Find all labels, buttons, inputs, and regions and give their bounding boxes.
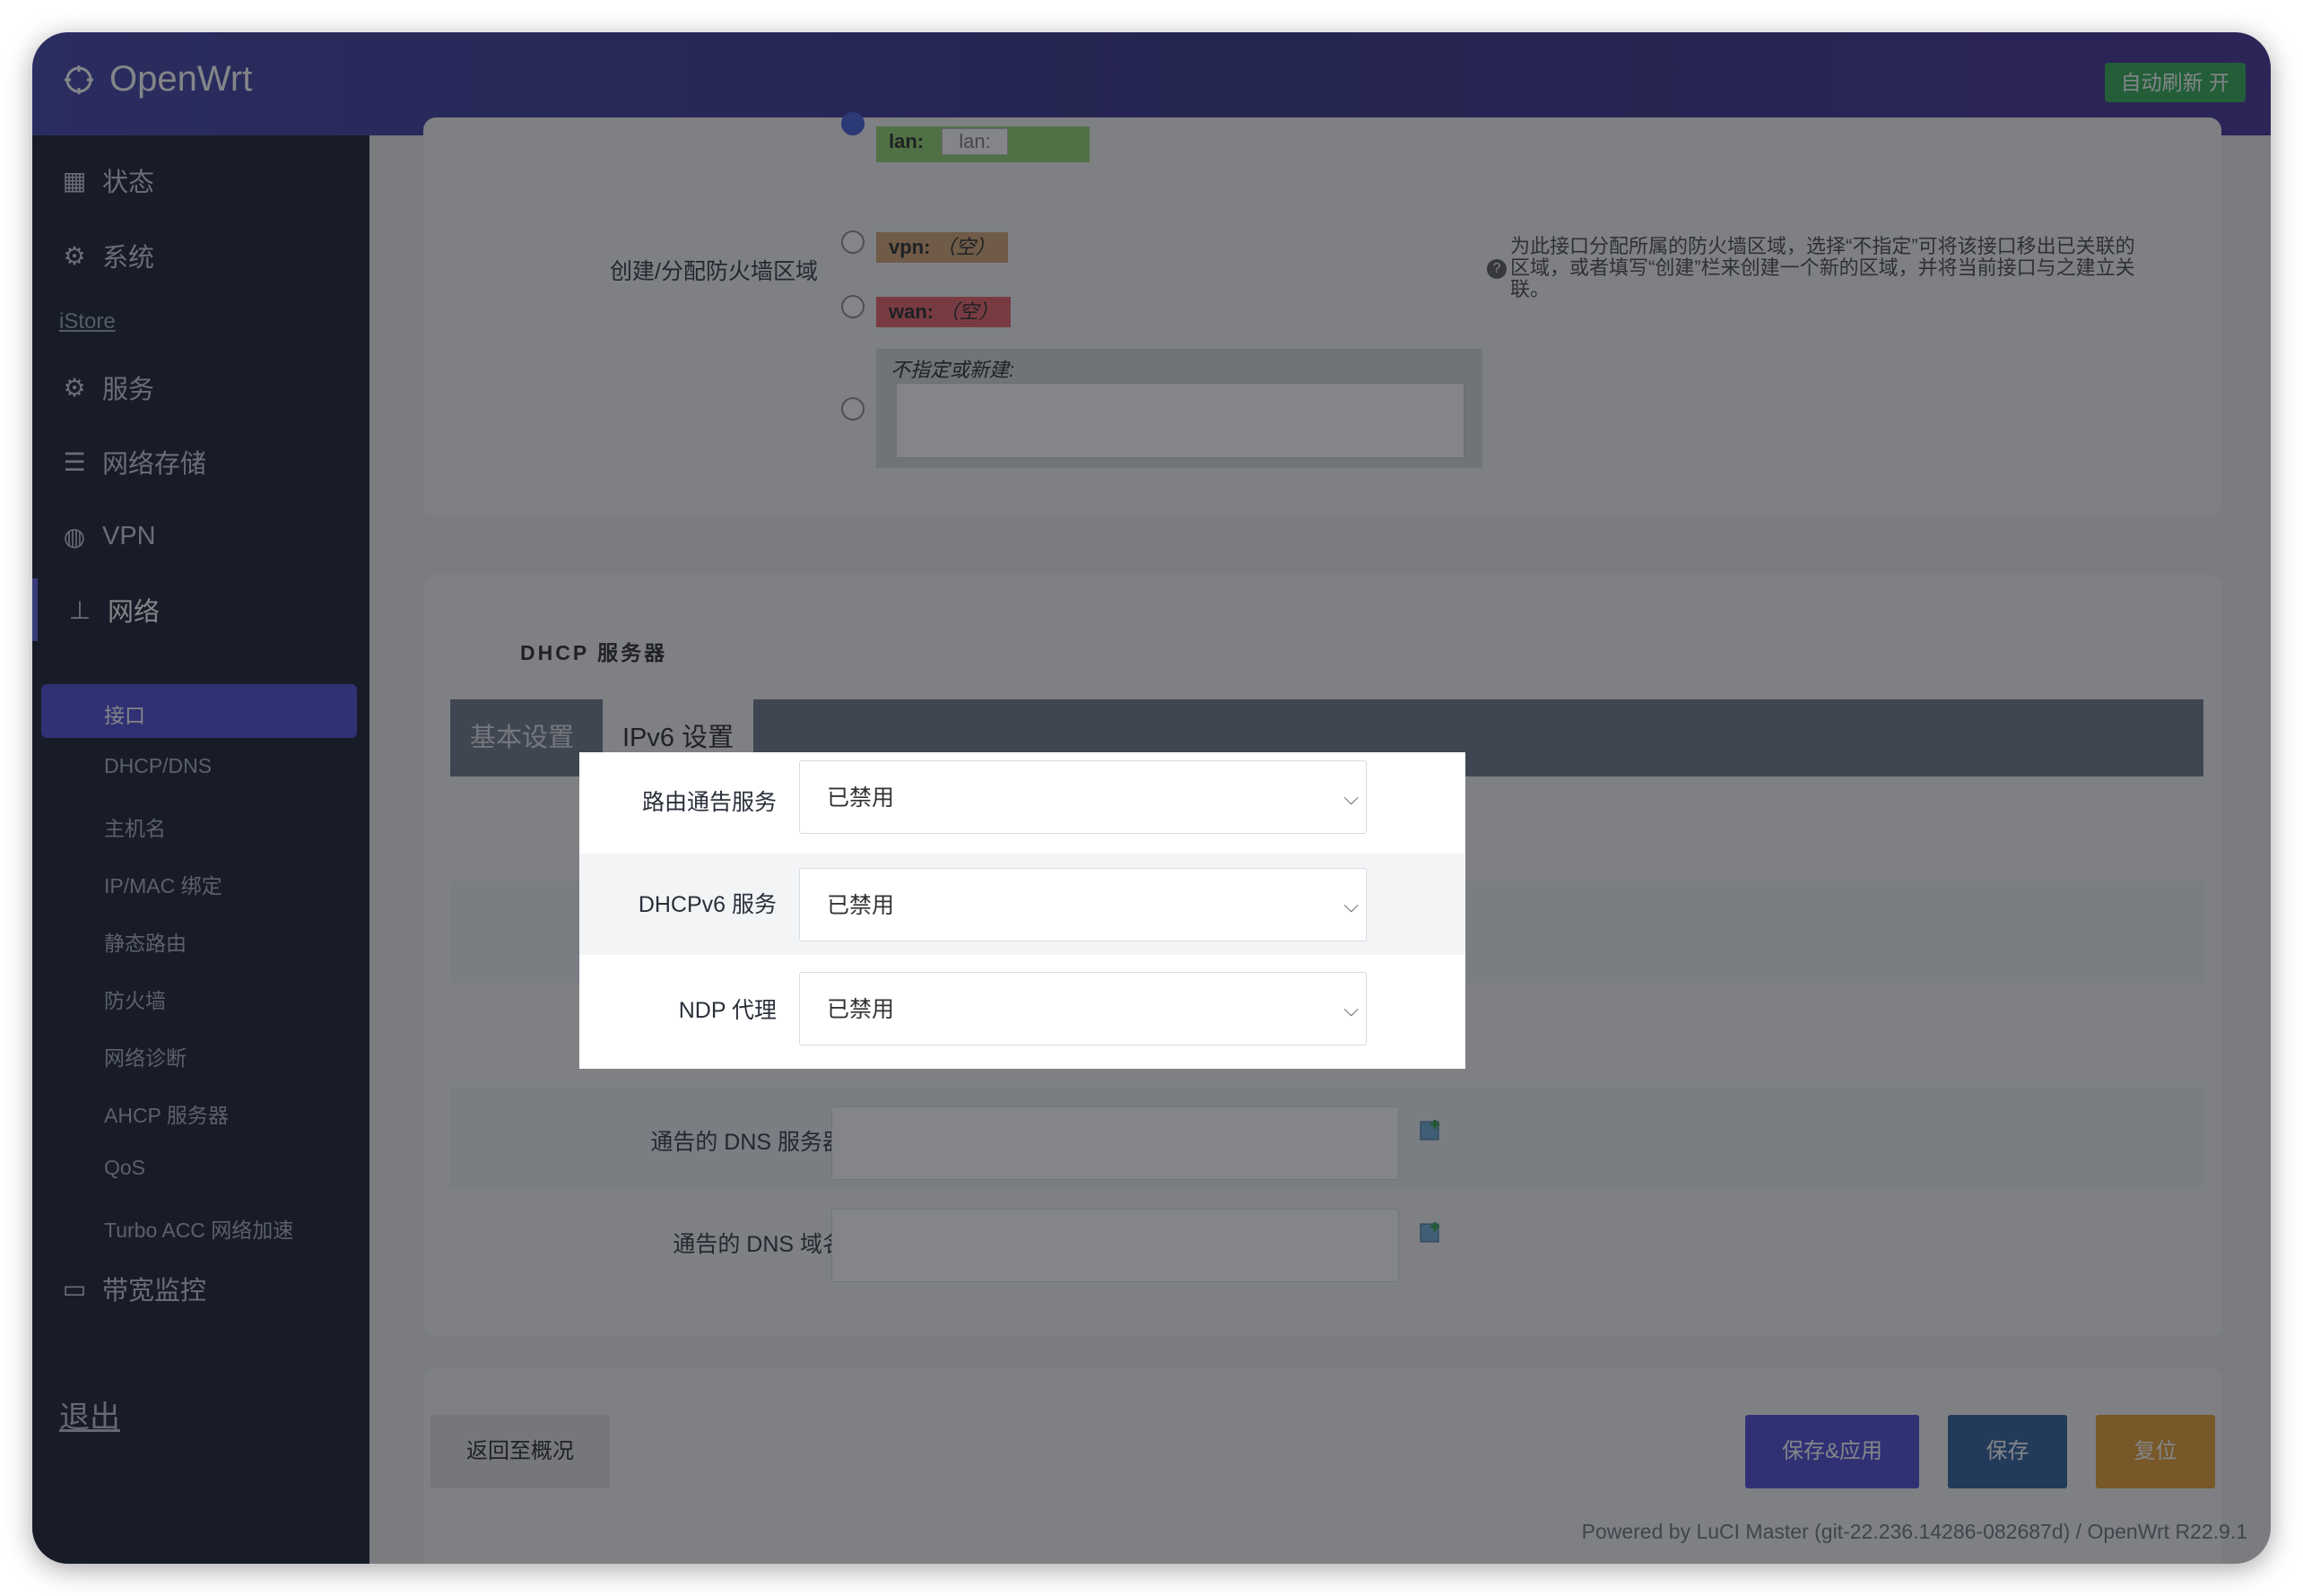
sidebar-subitem-ip-mac[interactable]: IP/MAC 绑定: [104, 869, 222, 899]
zone-tag-lan-device: lan:: [942, 128, 1008, 155]
sidebar-item-istore[interactable]: iStore: [59, 309, 116, 334]
ipv6-settings-highlight: 路由通告服务 已禁用 ⌵ DHCPv6 服务 已禁用 ⌵ NDP 代理 已禁用 …: [579, 752, 1465, 1069]
ndp-proxy-label: NDP 代理: [678, 998, 777, 1023]
sidebar-item-network[interactable]: ⊥ 网络: [32, 578, 375, 641]
reset-button[interactable]: 复位: [2096, 1415, 2215, 1488]
field-row-ra: 路由通告服务 已禁用 ⌵: [579, 752, 1465, 854]
sidebar-subitem-hostnames[interactable]: 主机名: [104, 811, 166, 842]
sidebar-subitem-firewall[interactable]: 防火墙: [104, 984, 166, 1014]
firewall-radio-custom[interactable]: [841, 397, 865, 421]
back-to-overview-button[interactable]: 返回至概况: [430, 1415, 610, 1488]
dashboard-icon: ▦: [62, 166, 87, 195]
dns-server-label: 通告的 DNS 服务器: [650, 1130, 845, 1155]
ndp-proxy-select[interactable]: 已禁用 ⌵: [799, 972, 1367, 1045]
sidebar-subitem-dhcp-dns[interactable]: DHCP/DNS: [104, 754, 212, 778]
sidebar-subitem-interfaces[interactable]: 接口: [41, 684, 357, 738]
sidebar-item-system[interactable]: ⚙ 系统: [32, 224, 369, 287]
custom-zone-input[interactable]: [896, 383, 1464, 458]
field-row-ndp: NDP 代理 已禁用 ⌵: [579, 955, 1465, 1056]
add-dns-domain-icon[interactable]: [1419, 1220, 1442, 1244]
dhcpv6-service-label: DHCPv6 服务: [638, 892, 777, 917]
sidebar-subitem-diagnostics[interactable]: 网络诊断: [104, 1041, 187, 1071]
sidebar-subitem-turbo-acc[interactable]: Turbo ACC 网络加速: [104, 1213, 293, 1244]
sidebar-subitem-static-routes[interactable]: 静态路由: [104, 926, 187, 957]
firewall-radio-vpn[interactable]: [841, 230, 865, 254]
app-title: OpenWrt: [109, 59, 253, 99]
database-icon: ☰: [63, 447, 86, 476]
custom-zone-box: 不指定或新建:: [876, 349, 1482, 468]
tab-basic-settings[interactable]: 基本设置: [450, 699, 594, 776]
globe-icon: ◍: [63, 522, 86, 551]
dhcpv6-service-select[interactable]: 已禁用 ⌵: [799, 868, 1367, 941]
custom-zone-label: 不指定或新建:: [891, 359, 1015, 381]
sitemap-icon: ⊥: [68, 595, 91, 624]
sidebar-item-nas[interactable]: ☰ 网络存储: [32, 430, 369, 493]
dns-server-input[interactable]: [831, 1106, 1399, 1180]
openwrt-logo[interactable]: OpenWrt: [59, 59, 252, 100]
logout-link[interactable]: 退出: [59, 1392, 120, 1436]
sidebar-subitem-ahcp[interactable]: AHCP 服务器: [104, 1098, 229, 1129]
add-dns-server-icon[interactable]: [1419, 1118, 1442, 1141]
chevron-down-icon: ⌵: [1343, 786, 1359, 809]
help-icon: ?: [1487, 259, 1507, 279]
sidebar-item-services[interactable]: ⚙ 服务: [32, 356, 369, 419]
footer-version: Powered by LuCI Master (git-22.236.14286…: [1581, 1520, 2247, 1543]
sidebar-item-vpn[interactable]: ◍ VPN: [32, 505, 369, 568]
sidebar-subitem-qos[interactable]: QoS: [104, 1156, 145, 1180]
dns-domain-input[interactable]: [831, 1209, 1399, 1282]
firewall-radio-lan[interactable]: [841, 112, 865, 135]
sidebar-item-bandwidth[interactable]: ▭ 带宽监控: [32, 1257, 369, 1320]
chevron-down-icon: ⌵: [1343, 894, 1359, 916]
dns-domain-label: 通告的 DNS 域名: [673, 1232, 845, 1257]
ra-service-select[interactable]: 已禁用 ⌵: [799, 760, 1367, 834]
dhcp-section-title: DHCP 服务器: [520, 641, 668, 664]
sidebar: ▦ 状态 ⚙ 系统 iStore ⚙ 服务 ☰ 网络存储 ◍ VPN ⊥ 网络 …: [32, 135, 369, 1564]
monitor-icon: ▭: [62, 1274, 87, 1303]
save-button[interactable]: 保存: [1948, 1415, 2067, 1488]
app-window: OpenWrt 自动刷新 开 ▦ 状态 ⚙ 系统 iStore ⚙ 服务 ☰ 网…: [32, 32, 2271, 1564]
gear-icon: ⚙: [63, 241, 86, 270]
field-row-dhcpv6: DHCPv6 服务 已禁用 ⌵: [579, 854, 1465, 955]
firewall-zone-label: 创建/分配防火墙区域: [610, 259, 818, 284]
gears-icon: ⚙: [63, 373, 86, 402]
autorefresh-toggle[interactable]: 自动刷新 开: [2104, 63, 2246, 102]
sidebar-item-status[interactable]: ▦ 状态: [32, 149, 369, 212]
chevron-down-icon: ⌵: [1343, 998, 1359, 1020]
zone-tag-wan: wan: （空）: [876, 297, 1012, 327]
zone-tag-vpn: vpn: （空）: [876, 232, 1008, 263]
ra-service-label: 路由通告服务: [641, 790, 777, 815]
firewall-radio-wan[interactable]: [841, 295, 865, 318]
save-apply-button[interactable]: 保存&应用: [1745, 1415, 1919, 1488]
zone-tag-lan: lan: lan:: [876, 126, 1090, 162]
firewall-help: ? 为此接口分配所属的防火墙区域，选择“不指定”可将该接口移出已关联的 区域，或…: [1487, 236, 2135, 300]
openwrt-logo-icon: [65, 65, 93, 94]
